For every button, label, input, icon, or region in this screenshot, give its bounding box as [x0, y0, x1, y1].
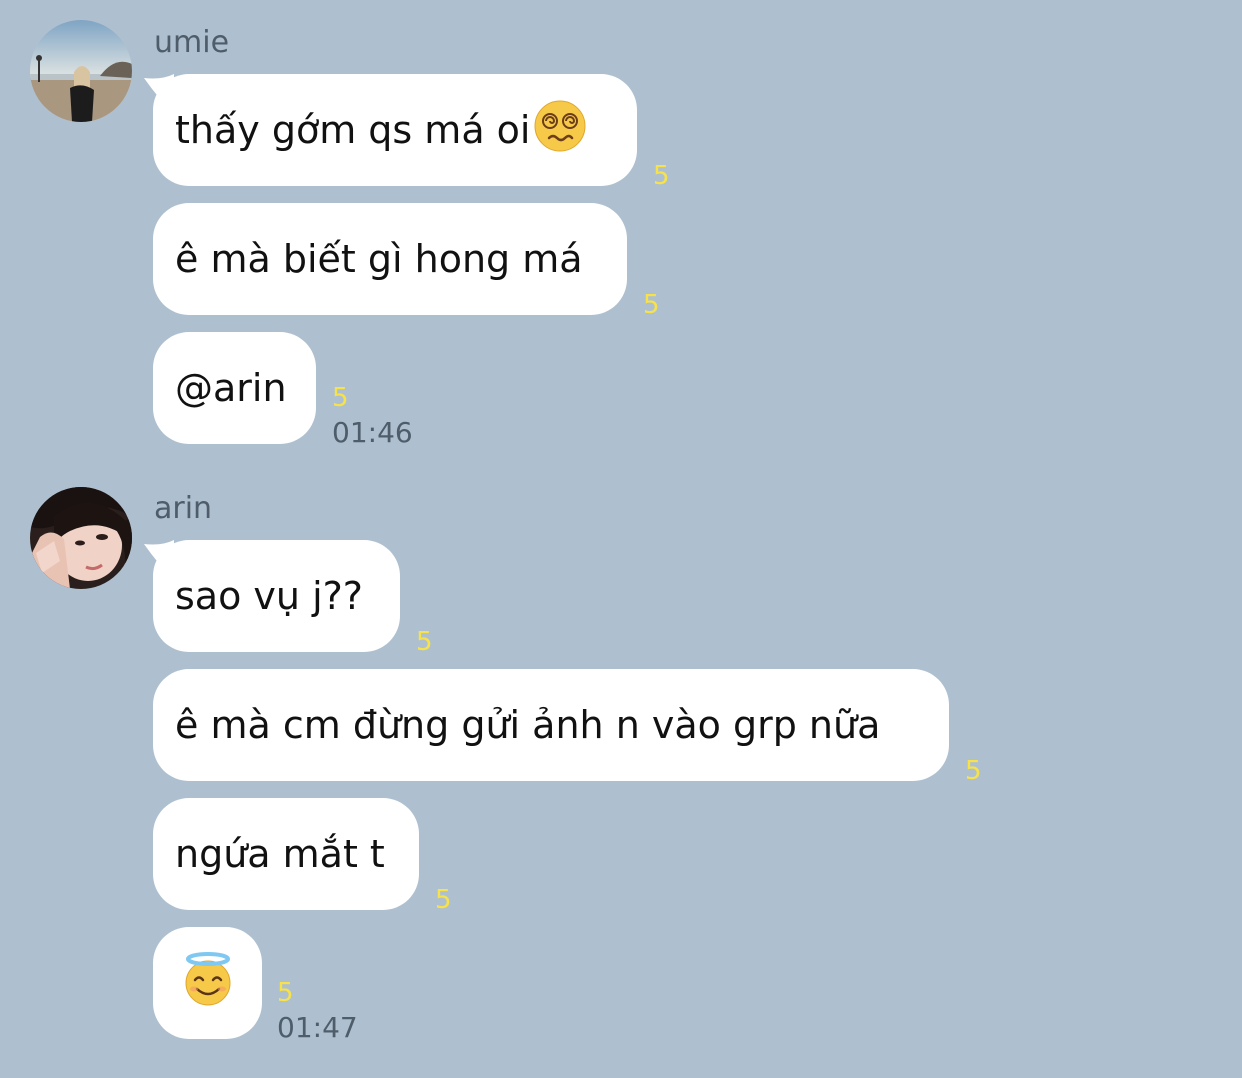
read-count: 5 [416, 627, 433, 657]
message-bubble[interactable] [153, 927, 262, 1039]
message-text: ê mà biết gì hong má [175, 237, 583, 281]
message-text: ngứa mắt t [175, 832, 385, 876]
dizzy-face-emoji-icon [533, 99, 587, 162]
read-count: 5 [653, 161, 670, 191]
message-text: sao vụ j?? [175, 574, 363, 618]
message-timestamp: 01:46 [332, 416, 413, 449]
message-bubble[interactable]: ê mà cm đừng gửi ảnh n vào grp nữa [153, 669, 949, 781]
avatar-umie[interactable] [30, 20, 132, 122]
smiling-face-with-halo-emoji-icon [180, 951, 236, 1016]
avatar-umie-beach-photo-icon [30, 20, 132, 122]
message-text: @arin [175, 366, 287, 410]
read-count: 5 [643, 290, 660, 320]
sender-name-arin: arin [154, 491, 213, 526]
sender-name-umie: umie [154, 25, 230, 60]
message-bubble[interactable]: thấy gớm qs má oi [153, 74, 637, 186]
message-bubble[interactable]: ê mà biết gì hong má [153, 203, 627, 315]
read-count: 5 [277, 978, 294, 1008]
message-timestamp: 01:47 [277, 1011, 358, 1044]
avatar-arin-selfie-photo-icon [30, 487, 132, 589]
message-bubble[interactable]: @arin [153, 332, 316, 444]
read-count: 5 [435, 885, 452, 915]
message-bubble[interactable]: ngứa mắt t [153, 798, 419, 910]
read-count: 5 [332, 383, 349, 413]
message-bubble[interactable]: sao vụ j?? [153, 540, 400, 652]
message-text: thấy gớm qs má oi [175, 108, 531, 152]
read-count: 5 [965, 756, 982, 786]
avatar-arin[interactable] [30, 487, 132, 589]
message-text: ê mà cm đừng gửi ảnh n vào grp nữa [175, 703, 881, 747]
